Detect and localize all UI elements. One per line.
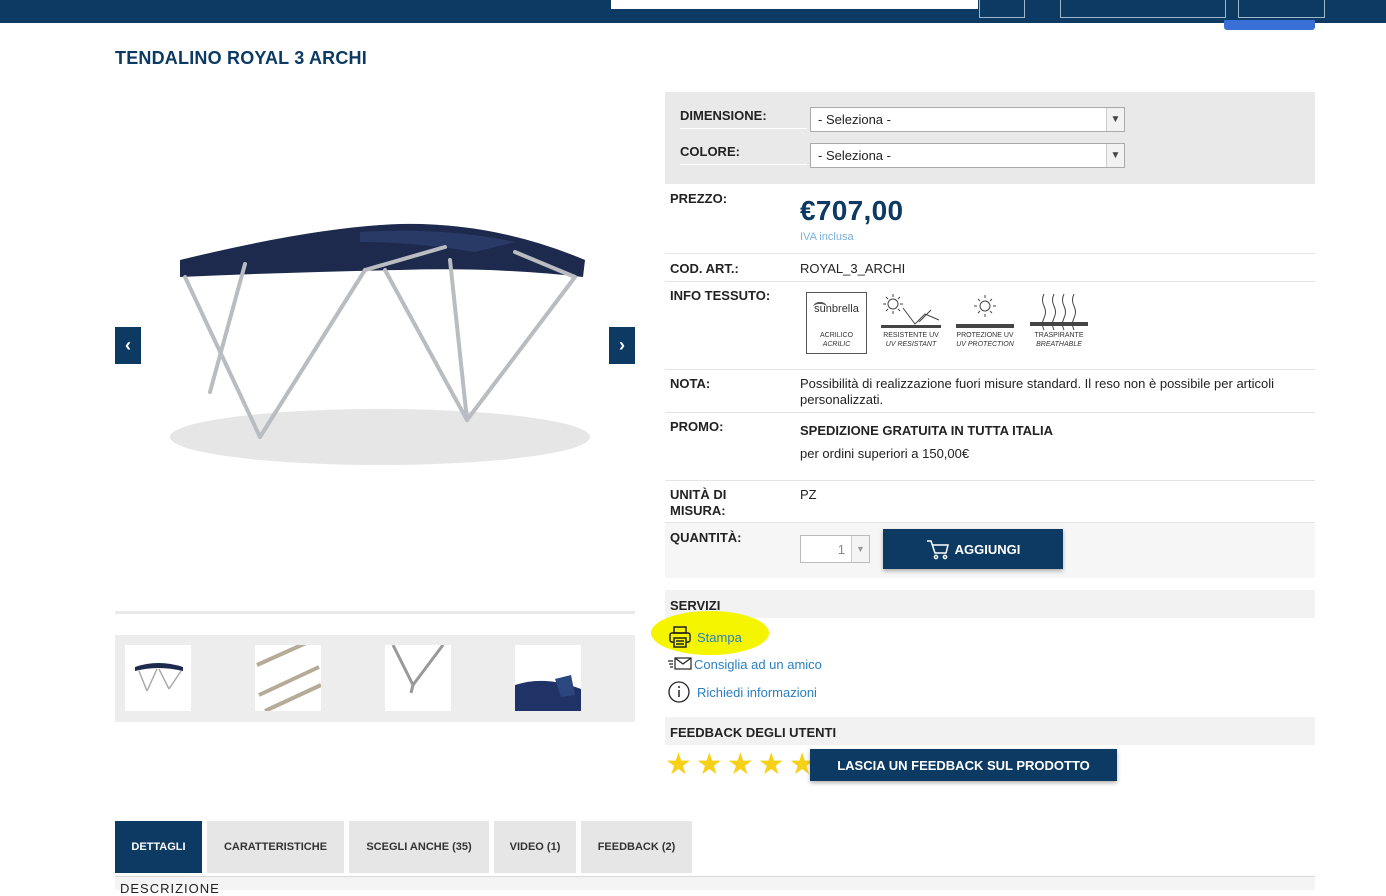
badge-line: UV PROTECTION: [956, 341, 1014, 348]
leave-feedback-label: LASCIA UN FEEDBACK SUL PRODOTTO: [837, 757, 1090, 773]
price-label: PREZZO:: [670, 191, 728, 206]
page-title: TENDALINO ROYAL 3 ARCHI: [115, 48, 367, 68]
promo-title: SPEDIZIONE GRATUITA IN TUTTA ITALIA: [800, 423, 1053, 438]
thumbnail-1[interactable]: [125, 645, 191, 711]
color-label: COLORE:: [680, 144, 740, 159]
product-image: [115, 92, 635, 612]
print-label: Stampa: [697, 629, 742, 645]
divider: [665, 480, 1315, 481]
color-select-value: - Seleziona -: [818, 148, 891, 163]
star-icon: ★: [665, 748, 692, 781]
note-value: Possibilità di realizzazione fuori misur…: [800, 376, 1275, 407]
promo-label: PROMO:: [670, 419, 724, 434]
star-icon: ★: [695, 748, 723, 781]
breathable-badge: TRASPIRANTE BREATHABLE: [1028, 292, 1090, 354]
star-icon: ★: [726, 748, 754, 781]
unit-label: UNITÀ DI MISURA:: [670, 487, 727, 518]
uv-protection-badge: PROTEZIONE UV UV PROTECTION: [954, 292, 1016, 354]
cart-button[interactable]: [1238, 0, 1325, 18]
thumbnail-2[interactable]: [255, 645, 321, 711]
tab-content: [115, 876, 1315, 890]
thumbnail-3[interactable]: [385, 645, 451, 711]
size-label: DIMENSIONE:: [680, 108, 767, 123]
tab-video[interactable]: VIDEO (1): [494, 821, 576, 873]
tab-related[interactable]: SCEGLI ANCHE (35): [349, 821, 489, 873]
services-heading: SERVIZI: [665, 590, 1315, 618]
gallery-prev-button[interactable]: ‹: [115, 327, 141, 364]
thumbnail-4[interactable]: [515, 645, 581, 711]
account-button[interactable]: [1060, 0, 1226, 18]
tab-feedback[interactable]: FEEDBACK (2): [581, 821, 692, 873]
recommend-label: Consiglia ad un amico: [694, 656, 822, 672]
breathable-icon: [1030, 293, 1088, 331]
chevron-right-icon: ›: [619, 335, 625, 355]
add-to-cart-button[interactable]: AGGIUNGI: [883, 529, 1063, 569]
star-icon: ★: [757, 748, 785, 781]
search-input[interactable]: [611, 0, 978, 9]
leave-feedback-button[interactable]: LASCIA UN FEEDBACK SUL PRODOTTO: [810, 749, 1117, 781]
facebook-like-button[interactable]: [1224, 20, 1315, 30]
printer-icon: [669, 626, 691, 648]
divider: [680, 128, 807, 129]
unit-value: PZ: [800, 487, 817, 502]
divider: [665, 412, 1315, 413]
divider: [680, 164, 807, 165]
badge-line: TRASPIRANTE: [1034, 332, 1084, 339]
size-select[interactable]: - Seleziona - ▼: [810, 107, 1125, 132]
sunbrella-badge: sunbrella ACRILICO ACRILIC: [806, 292, 867, 354]
promo-subtitle: per ordini superiori a 150,00€: [800, 446, 970, 461]
badge-line: PROTEZIONE UV: [956, 332, 1014, 339]
options-panel: DIMENSIONE: - Seleziona - ▼ COLORE: - Se…: [665, 92, 1315, 184]
description-heading: DESCRIZIONE: [120, 881, 220, 896]
badge-line: RESISTENTE UV: [883, 332, 939, 339]
badge-line: BREATHABLE: [1036, 341, 1082, 348]
recommend-link[interactable]: Consiglia ad un amico: [668, 656, 822, 672]
search-button[interactable]: [979, 0, 1025, 18]
note-label: NOTA:: [670, 376, 711, 391]
chevron-down-icon: ▼: [1106, 144, 1124, 167]
add-to-cart-label: AGGIUNGI: [954, 541, 1021, 557]
badge-line: ACRILICO: [819, 332, 854, 339]
badge-line: UV RESISTANT: [885, 341, 937, 348]
vat-note: IVA inclusa: [800, 231, 854, 243]
divider: [665, 281, 1315, 282]
fabric-label: INFO TESSUTO:: [670, 288, 771, 303]
gallery-next-button[interactable]: ›: [609, 327, 635, 364]
code-value: ROYAL_3_ARCHI: [800, 261, 906, 276]
divider: [665, 253, 1315, 254]
price-value: €707,00: [800, 195, 904, 226]
color-select[interactable]: - Seleziona - ▼: [810, 143, 1125, 168]
divider: [115, 611, 635, 614]
tab-details[interactable]: DETTAGLI: [115, 821, 202, 873]
quantity-input[interactable]: 1 ▼: [800, 535, 870, 563]
feedback-heading: FEEDBACK DEGLI UTENTI: [665, 717, 1315, 745]
uv-resistant-badge: RESISTENTE UV UV RESISTANT: [879, 292, 943, 354]
uv-resistant-icon: [881, 294, 941, 328]
size-select-value: - Seleziona -: [818, 112, 891, 127]
chevron-down-icon[interactable]: ▼: [851, 536, 869, 562]
code-label: COD. ART.:: [670, 261, 739, 276]
info-icon: [668, 681, 690, 703]
print-link[interactable]: Stampa: [668, 625, 742, 649]
chevron-left-icon: ‹: [125, 335, 131, 355]
info-link[interactable]: Richiedi informazioni: [668, 680, 817, 704]
info-label: Richiedi informazioni: [697, 684, 817, 700]
cart-icon: [926, 540, 949, 560]
badge-line: ACRILIC: [822, 341, 851, 348]
divider: [665, 369, 1315, 370]
quantity-label: QUANTITÀ:: [670, 530, 742, 545]
uv-protection-icon: [956, 295, 1014, 328]
quantity-value: 1: [837, 542, 845, 557]
thumbnail-strip: [115, 635, 635, 722]
rating-stars: ★ ★ ★ ★ ★: [665, 750, 816, 780]
tab-features[interactable]: CARATTERISTICHE: [207, 821, 344, 873]
chevron-down-icon: ▼: [1106, 108, 1124, 131]
site-header: [0, 0, 1386, 30]
mail-icon: [668, 657, 692, 670]
